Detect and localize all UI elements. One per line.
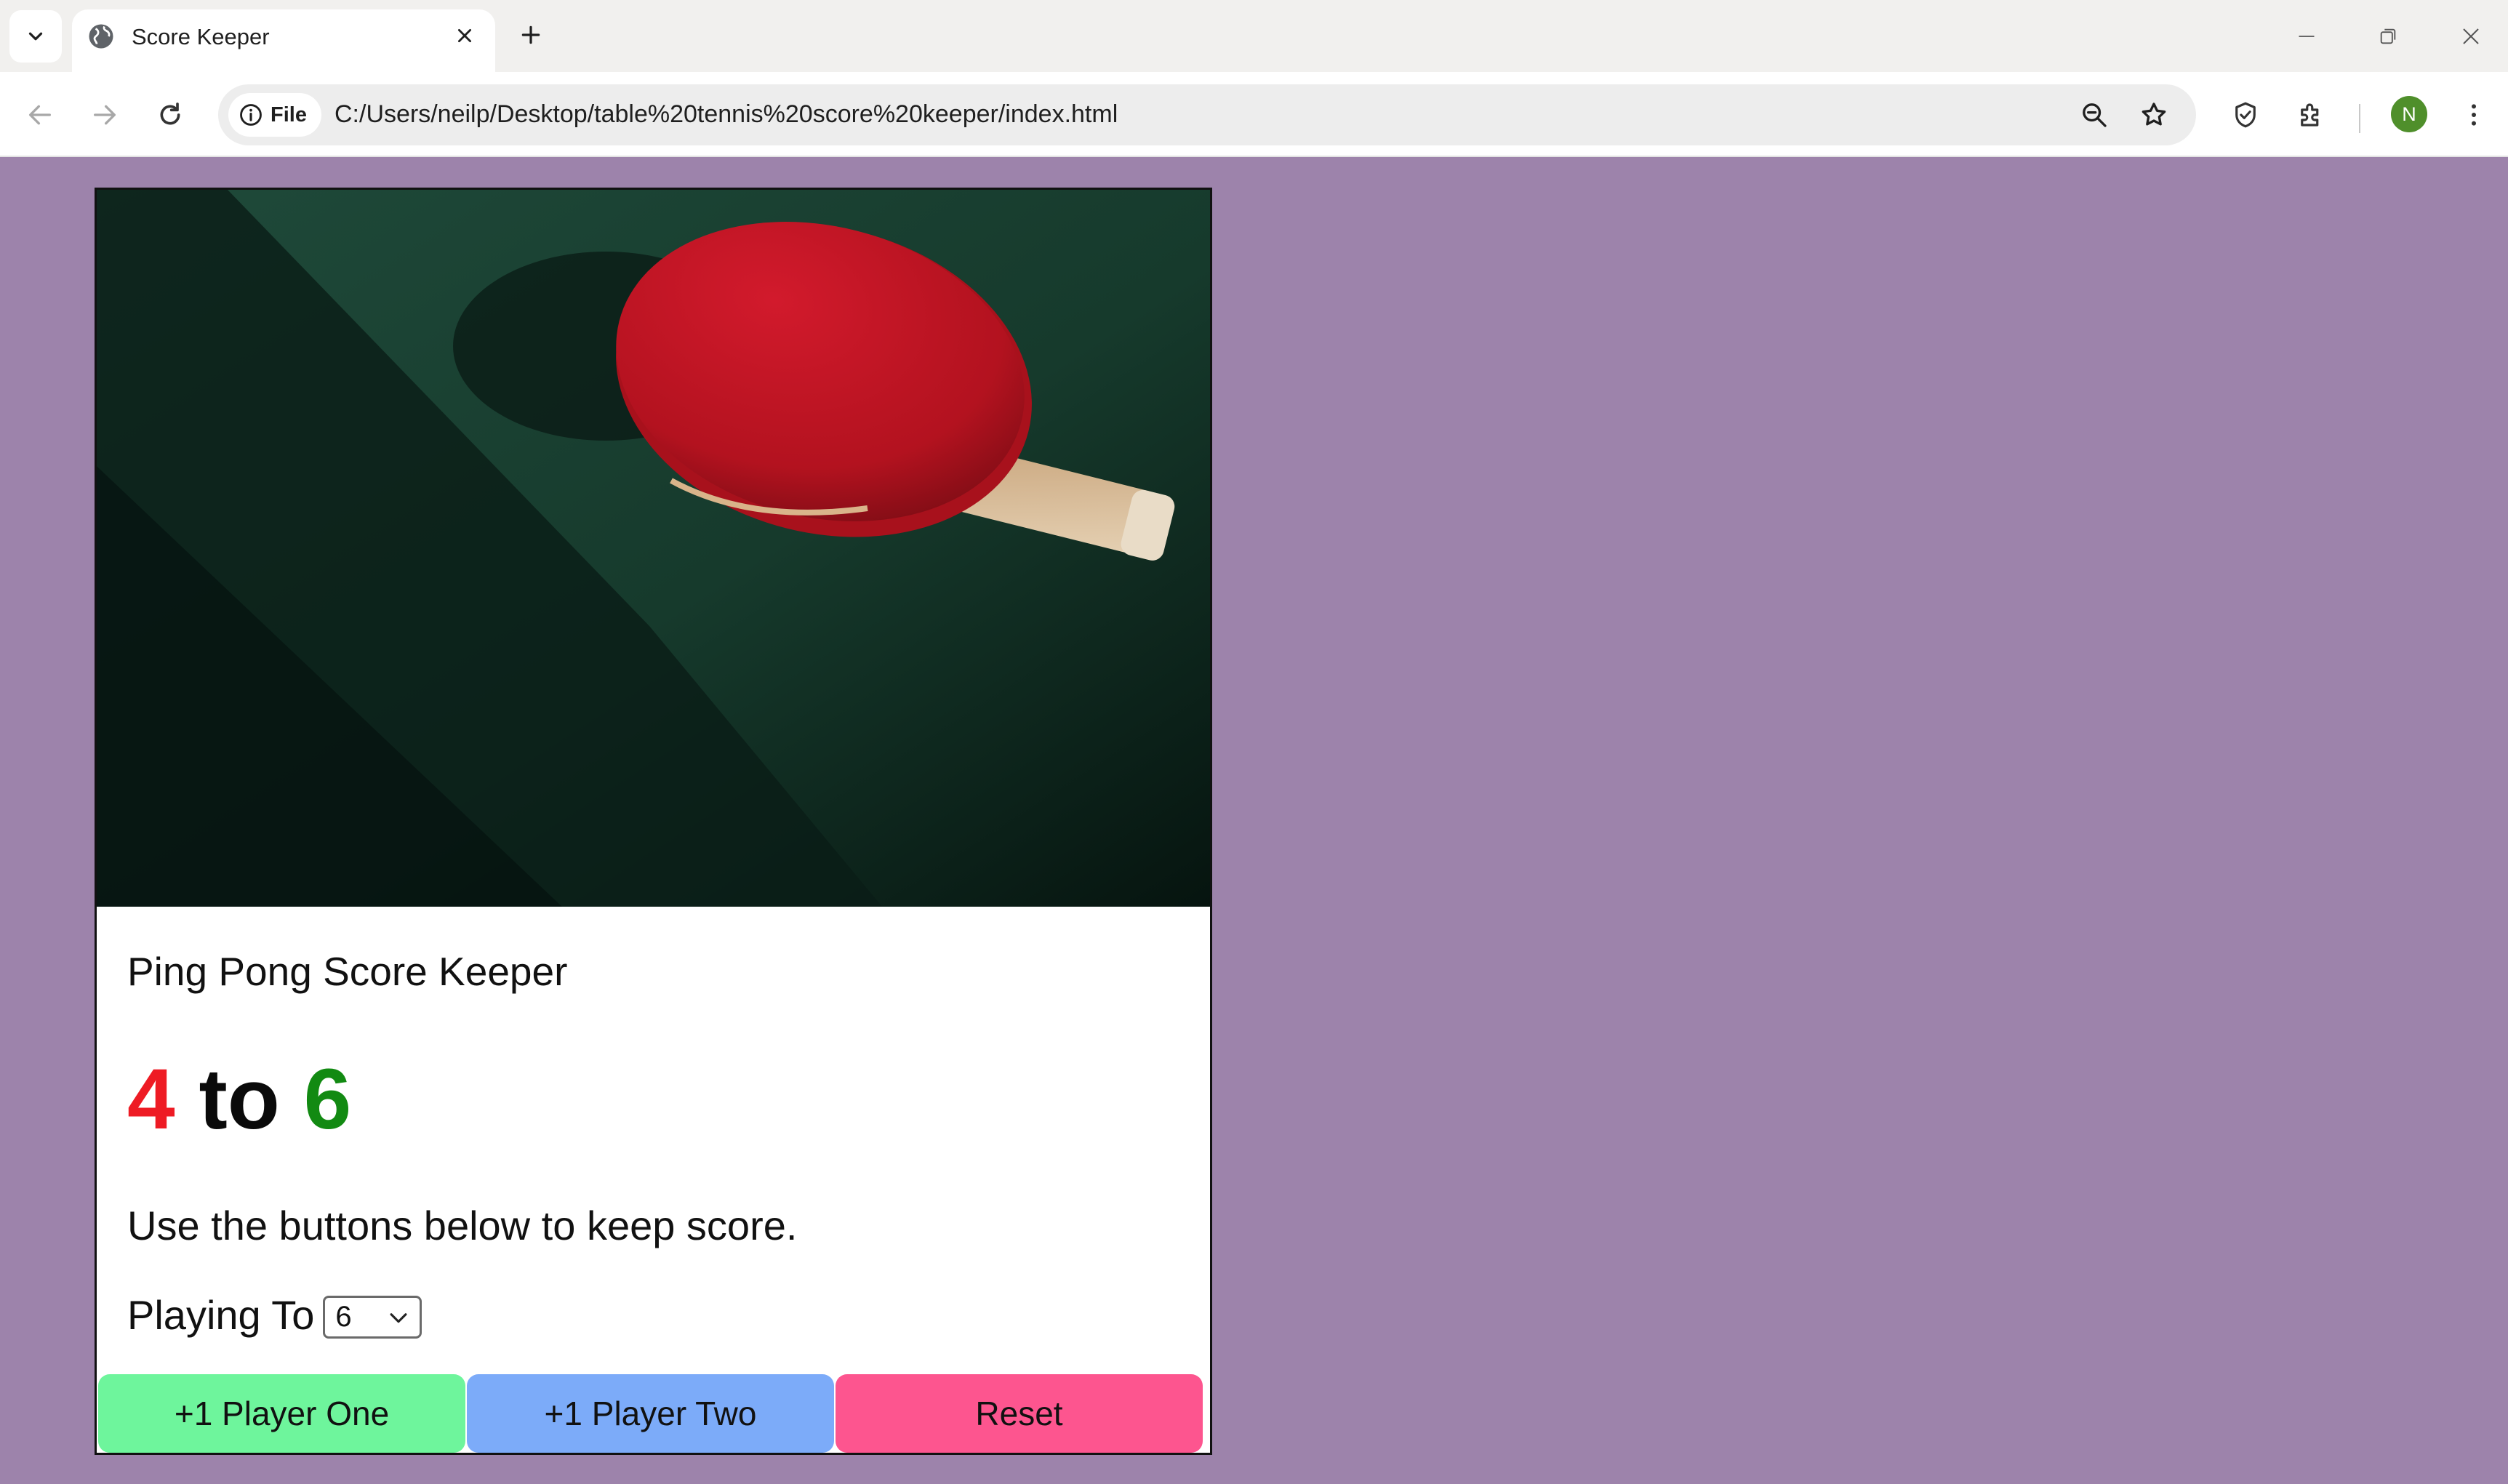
extensions-button[interactable]: [2291, 95, 2331, 135]
window-close-button[interactable]: [2449, 16, 2493, 57]
player-two-score: 6: [303, 1051, 352, 1147]
more-vertical-icon: [2472, 104, 2476, 126]
tab-title: Score Keeper: [132, 24, 270, 49]
instructions-text: Use the buttons below to keep score.: [127, 1203, 798, 1248]
score-display: 4 to 6: [127, 1050, 351, 1149]
url-text[interactable]: C:/Users/neilp/Desktop/table%20tennis%20…: [334, 100, 1118, 129]
playing-to-row: Playing To 6: [127, 1291, 422, 1339]
file-chip-label: File: [271, 103, 307, 127]
address-bar[interactable]: File C:/Users/neilp/Desktop/table%20tenn…: [218, 84, 2196, 145]
shield-extension-button[interactable]: [2225, 95, 2266, 135]
add-player-one-button[interactable]: +1 Player One: [98, 1374, 465, 1453]
playing-to-label: Playing To: [127, 1292, 315, 1338]
shield-check-icon: [2235, 102, 2256, 128]
page-title: Ping Pong Score Keeper: [127, 949, 568, 994]
zoom-button[interactable]: [2077, 97, 2112, 132]
reload-icon: [160, 103, 180, 125]
plus-icon: [521, 25, 540, 44]
browser-menu-button[interactable]: [2453, 95, 2494, 135]
globe-icon: [89, 24, 113, 49]
site-info-chip[interactable]: File: [228, 93, 321, 137]
new-tab-button[interactable]: [513, 17, 548, 52]
reset-button[interactable]: Reset: [836, 1374, 1203, 1453]
playing-to-select[interactable]: 6: [323, 1296, 422, 1339]
minimize-icon: [2299, 36, 2315, 37]
profile-avatar[interactable]: N: [2391, 96, 2427, 132]
restore-button[interactable]: [2366, 16, 2410, 57]
playing-to-value: 6: [335, 1301, 352, 1333]
score-keeper-card: Ping Pong Score Keeper 4 to 6 Use the bu…: [95, 188, 1212, 1455]
close-icon: [2463, 28, 2479, 44]
browser-toolbar: File C:/Users/neilp/Desktop/table%20tenn…: [0, 72, 2508, 157]
forward-button[interactable]: [85, 95, 124, 135]
add-player-two-button[interactable]: +1 Player Two: [467, 1374, 834, 1453]
tab-search-button[interactable]: [9, 10, 62, 63]
minimize-button[interactable]: [2285, 16, 2328, 57]
arrow-left-icon: [29, 105, 52, 125]
arrow-right-icon: [94, 105, 116, 125]
toolbar-divider: [2359, 104, 2360, 133]
chevron-down-icon: [390, 1312, 407, 1323]
ping-pong-paddle-image: [97, 190, 1210, 907]
restore-icon: [2380, 28, 2396, 44]
puzzle-icon: [2301, 103, 2319, 127]
chevron-down-icon: [28, 32, 43, 41]
info-icon: [240, 104, 262, 126]
reload-button[interactable]: [151, 95, 190, 135]
star-icon: [2142, 103, 2166, 126]
tab-close-button[interactable]: [449, 20, 481, 52]
bookmark-button[interactable]: [2136, 97, 2171, 132]
zoom-out-icon: [2083, 103, 2107, 127]
browser-tab[interactable]: Score Keeper: [72, 9, 495, 72]
close-icon: [458, 29, 471, 42]
browser-tabstrip: Score Keeper: [0, 0, 2508, 72]
score-separator: to: [199, 1051, 280, 1147]
player-one-score: 4: [127, 1051, 175, 1147]
back-button[interactable]: [20, 95, 60, 135]
